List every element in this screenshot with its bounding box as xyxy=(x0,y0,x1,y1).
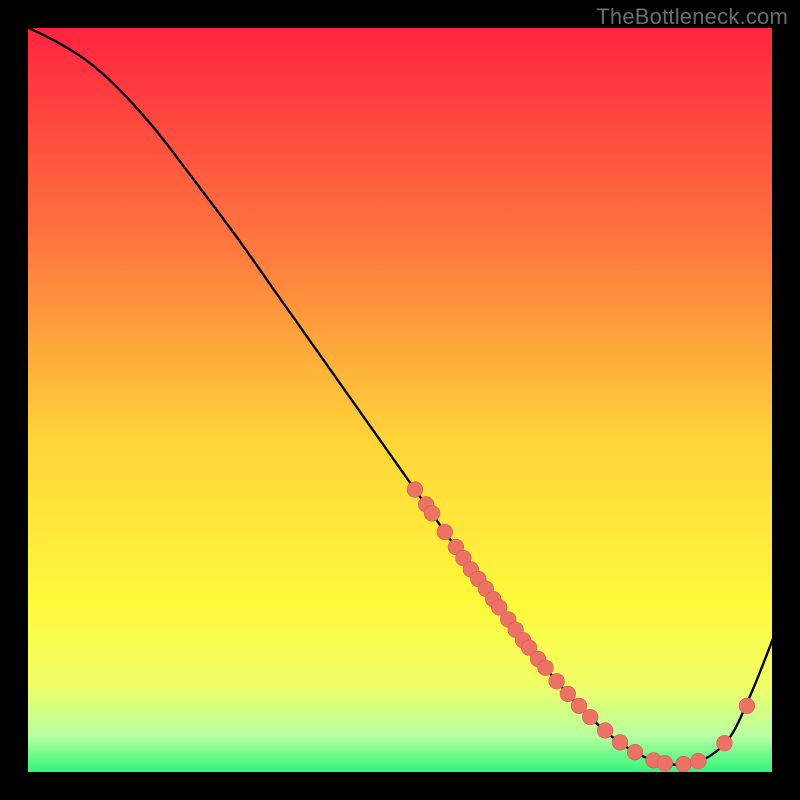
curve-marker xyxy=(560,686,576,702)
chart-container: { "watermark": "TheBottleneck.com", "col… xyxy=(0,0,800,800)
curve-marker xyxy=(691,753,707,769)
curve-marker xyxy=(407,482,423,498)
curve-marker xyxy=(717,735,733,751)
curve-marker xyxy=(437,524,453,540)
curve-marker xyxy=(676,756,692,772)
watermark-text: TheBottleneck.com xyxy=(596,4,788,30)
curve-marker xyxy=(657,755,673,771)
curve-marker xyxy=(627,744,643,760)
bottleneck-chart xyxy=(0,0,800,800)
curve-marker xyxy=(549,673,565,689)
curve-marker xyxy=(424,506,440,522)
plot-background xyxy=(27,27,773,773)
curve-marker xyxy=(739,698,755,714)
curve-marker xyxy=(538,660,554,676)
curve-marker xyxy=(597,723,613,739)
curve-marker xyxy=(612,735,628,751)
curve-marker xyxy=(582,709,598,725)
